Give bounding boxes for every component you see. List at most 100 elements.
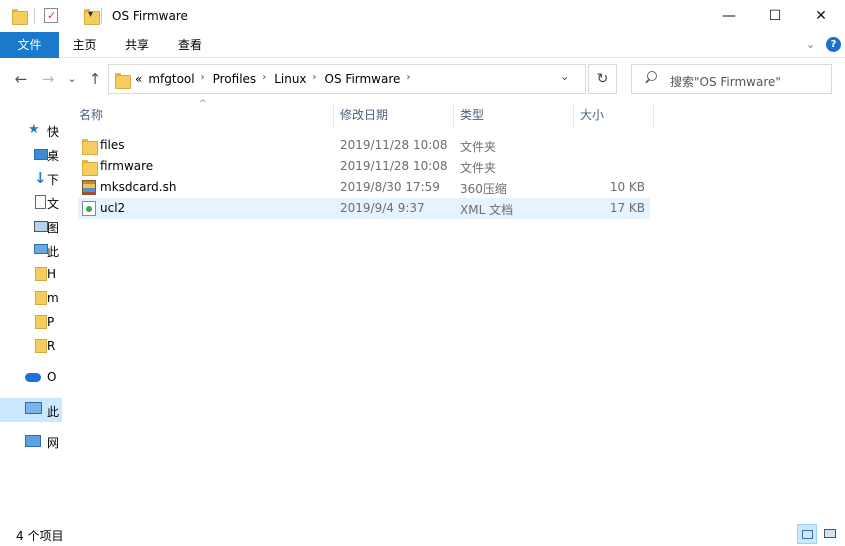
nav-folder-m[interactable]: m xyxy=(0,287,62,309)
nav-folder-h[interactable]: H xyxy=(0,263,62,285)
breadcrumb-profiles[interactable]: Profiles xyxy=(213,72,257,86)
status-bar: 4 个项目 xyxy=(0,522,845,546)
nav-label: O xyxy=(47,370,57,384)
chevron-right-icon[interactable]: › xyxy=(406,72,410,86)
recent-locations-button[interactable]: ⌄ xyxy=(61,68,83,90)
search-placeholder: 搜索"OS Firmware" xyxy=(670,75,781,89)
nav-documents[interactable]: 文 xyxy=(0,191,62,213)
file-date: 2019/8/30 17:59 xyxy=(340,180,440,194)
address-bar[interactable]: « mfgtool › Profiles › Linux › OS Firmwa… xyxy=(108,64,586,94)
tab-share[interactable]: 共享 xyxy=(110,32,164,58)
address-dropdown-icon[interactable]: ⌄ xyxy=(560,70,569,83)
computer-icon xyxy=(34,244,48,254)
file-date: 2019/11/28 10:08 xyxy=(340,159,448,173)
file-row[interactable]: firmware 2019/11/28 10:08 文件夹 xyxy=(78,156,650,177)
file-type: XML 文档 xyxy=(460,203,514,217)
large-icons-view-icon xyxy=(824,529,836,538)
breadcrumb: « mfgtool › Profiles › Linux › OS Firmwa… xyxy=(135,72,418,86)
document-icon xyxy=(35,195,46,209)
file-date: 2019/11/28 10:08 xyxy=(340,138,448,152)
picture-icon xyxy=(34,221,48,232)
nav-label: 此 xyxy=(47,405,60,419)
nav-label: 快 xyxy=(47,125,60,139)
file-date: 2019/9/4 9:37 xyxy=(340,201,425,215)
nav-label: 文 xyxy=(47,197,60,211)
file-type: 文件夹 xyxy=(460,140,497,154)
navigation-pane: ★ 快 桌 ↓ 下 文 图 此 H m P R O 此 网 xyxy=(0,100,62,520)
customize-quick-access-icon[interactable]: ▾ xyxy=(88,9,93,27)
column-header-type[interactable]: 类型 xyxy=(460,103,572,128)
star-icon: ★ xyxy=(28,122,40,137)
onedrive-icon xyxy=(25,373,41,382)
expand-ribbon-icon[interactable]: ⌄ xyxy=(806,38,815,51)
large-icons-view-button[interactable] xyxy=(820,524,840,544)
column-divider[interactable] xyxy=(573,103,574,128)
file-row[interactable]: mksdcard.sh 2019/8/30 17:59 360压缩 10 KB xyxy=(78,177,650,198)
search-box[interactable]: 搜索"OS Firmware" xyxy=(631,64,832,94)
file-row[interactable]: ucl2 2019/9/4 9:37 XML 文档 17 KB xyxy=(78,198,650,219)
nav-this-pc[interactable]: 此 xyxy=(0,398,62,422)
nav-label: 此 xyxy=(47,245,60,259)
desktop-icon xyxy=(34,149,48,160)
maximize-button[interactable]: ☐ xyxy=(752,0,798,32)
nav-folder-p[interactable]: P xyxy=(0,311,62,333)
forward-button[interactable]: → xyxy=(37,68,59,90)
window-title: OS Firmware xyxy=(112,9,188,23)
nav-label: 网 xyxy=(47,436,60,450)
back-button[interactable]: ← xyxy=(10,68,32,90)
column-header-name[interactable]: 名称 xyxy=(79,103,333,128)
tab-file[interactable]: 文件 xyxy=(0,32,59,58)
column-divider[interactable] xyxy=(653,103,654,128)
separator xyxy=(34,8,35,24)
nav-pictures[interactable]: 图 xyxy=(0,215,62,237)
nav-folder-r[interactable]: R xyxy=(0,335,62,357)
up-button[interactable]: ↑ xyxy=(84,68,106,90)
title-bar: ✓ ▾ OS Firmware — ☐ ✕ xyxy=(0,0,845,32)
tab-home[interactable]: 主页 xyxy=(59,32,110,58)
help-icon[interactable]: ? xyxy=(826,37,841,52)
separator xyxy=(101,8,102,24)
item-count: 4 个项目 xyxy=(16,529,64,543)
nav-label: R xyxy=(47,339,56,353)
nav-downloads[interactable]: ↓ 下 xyxy=(0,167,62,189)
chevron-right-icon[interactable]: › xyxy=(262,72,266,86)
details-view-button[interactable] xyxy=(797,524,817,544)
nav-desktop[interactable]: 桌 xyxy=(0,143,62,165)
nav-label: 图 xyxy=(47,221,60,235)
nav-network[interactable]: 网 xyxy=(0,430,62,452)
file-name: firmware xyxy=(100,159,154,173)
details-view-icon xyxy=(802,530,813,539)
ribbon-tabs: 文件 主页 共享 查看 ⌄ ? xyxy=(0,32,845,58)
minimize-button[interactable]: — xyxy=(706,0,752,32)
nav-onedrive[interactable]: O xyxy=(0,366,62,388)
download-icon: ↓ xyxy=(34,169,47,187)
breadcrumb-os-firmware[interactable]: OS Firmware xyxy=(325,72,401,86)
folder-icon xyxy=(82,159,98,176)
archive-icon xyxy=(82,180,96,195)
folder-icon xyxy=(35,315,47,329)
tab-view[interactable]: 查看 xyxy=(164,32,216,58)
file-name: mksdcard.sh xyxy=(100,180,177,194)
breadcrumb-linux[interactable]: Linux xyxy=(274,72,306,86)
nav-quick-access[interactable]: ★ 快 xyxy=(0,119,62,141)
refresh-button[interactable]: ↻ xyxy=(588,64,617,94)
chevron-right-icon[interactable]: › xyxy=(201,72,205,86)
folder-icon xyxy=(35,267,47,281)
column-header-date[interactable]: 修改日期 xyxy=(340,103,452,128)
properties-icon[interactable]: ✓ xyxy=(44,8,58,23)
this-pc-icon xyxy=(25,402,42,414)
breadcrumb-mfgtool[interactable]: mfgtool xyxy=(148,72,194,86)
nav-label: 桌 xyxy=(47,149,60,163)
breadcrumb-overflow[interactable]: « xyxy=(135,72,142,86)
column-header-size[interactable]: 大小 xyxy=(580,103,652,128)
nav-this-pc-quick[interactable]: 此 xyxy=(0,239,62,261)
chevron-right-icon[interactable]: › xyxy=(313,72,317,86)
file-row[interactable]: files 2019/11/28 10:08 文件夹 xyxy=(78,135,650,156)
close-button[interactable]: ✕ xyxy=(798,0,844,32)
column-divider[interactable] xyxy=(453,103,454,128)
column-divider[interactable] xyxy=(333,103,334,128)
nav-label: m xyxy=(47,291,59,305)
app-folder-icon xyxy=(12,8,28,25)
file-type: 文件夹 xyxy=(460,161,497,175)
nav-label: P xyxy=(47,315,55,329)
